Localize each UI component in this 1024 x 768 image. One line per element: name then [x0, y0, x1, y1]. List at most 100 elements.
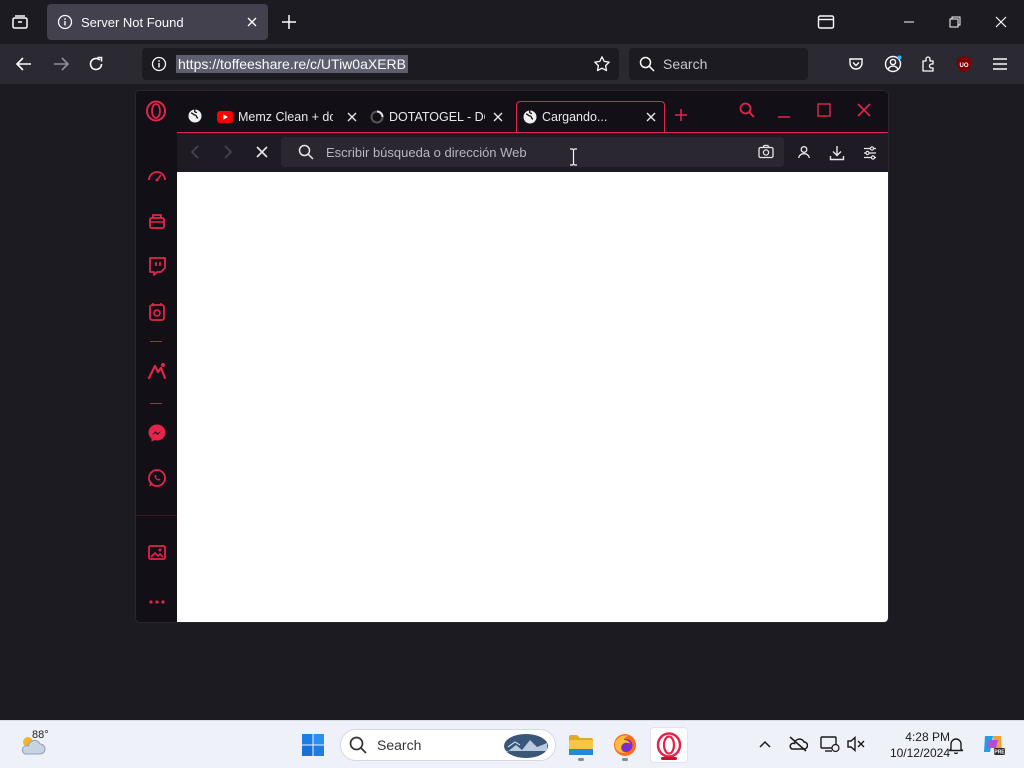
ublock-origin-icon[interactable]: UO: [954, 54, 974, 74]
taskbar: 88° Search 4:28 PM 10/12/2024 PRE: [0, 720, 1024, 768]
opera-address-bar[interactable]: [281, 137, 784, 167]
opera-tab-dotatogel[interactable]: DOTATOGEL - DOT: [370, 101, 503, 132]
search-icon: [639, 56, 655, 72]
weather-widget[interactable]: 88°: [18, 729, 68, 761]
download-icon[interactable]: [829, 145, 845, 161]
svg-text:UO: UO: [960, 63, 969, 69]
camera-icon[interactable]: [758, 144, 774, 159]
messenger-icon[interactable]: [146, 422, 168, 444]
taskbar-search-label: Search: [377, 737, 422, 753]
firefox-tab-server-not-found[interactable]: Server Not Found: [47, 4, 268, 40]
opera-tab-title: Memz Clean + do: [238, 109, 333, 124]
back-icon[interactable]: [189, 145, 201, 159]
minimize-icon[interactable]: [777, 103, 791, 119]
opera-gx-window: Memz Clean + do DOTATOGEL - DOT Cargando…: [136, 91, 888, 622]
weather-temp: 88°: [32, 729, 49, 741]
account-icon[interactable]: [883, 54, 903, 74]
profile-icon[interactable]: [797, 145, 811, 159]
close-tab-icon[interactable]: [646, 112, 656, 122]
opera-tab-cargando[interactable]: Cargando...: [516, 101, 665, 132]
clock-time: 4:28 PM: [905, 730, 950, 744]
taskbar-search[interactable]: Search: [340, 729, 556, 761]
close-window-icon[interactable]: [992, 14, 1010, 30]
taskbar-firefox[interactable]: [606, 727, 644, 763]
minimize-icon[interactable]: [900, 14, 918, 30]
menu-icon[interactable]: [991, 56, 1009, 72]
back-icon[interactable]: [14, 55, 34, 73]
extensions-icon[interactable]: [919, 54, 939, 74]
pocket-icon[interactable]: [847, 55, 865, 73]
copilot-icon[interactable]: PRE: [980, 731, 1006, 757]
url-bar[interactable]: https://toffeeshare.re/c/UTiw0aXERB: [142, 48, 619, 80]
more-icon[interactable]: [146, 591, 168, 613]
new-tab-icon[interactable]: [280, 13, 298, 31]
network-icon[interactable]: [820, 735, 840, 753]
forward-icon[interactable]: [222, 145, 234, 159]
globe-icon: [523, 110, 537, 124]
opera-tab-strip: Memz Clean + do DOTATOGEL - DOT Cargando…: [177, 91, 888, 132]
youtube-icon: [217, 110, 233, 123]
text-cursor-icon: [569, 148, 578, 166]
vk-icon[interactable]: [146, 360, 168, 382]
opera-sidebar: [136, 91, 177, 622]
maximize-icon[interactable]: [817, 103, 831, 117]
reload-icon[interactable]: [87, 55, 105, 73]
app-running-indicator: [622, 758, 628, 761]
spinner-icon: [370, 110, 384, 124]
stop-loading-icon[interactable]: [256, 146, 268, 158]
close-window-icon[interactable]: [857, 103, 871, 117]
svg-text:PRE: PRE: [994, 750, 1005, 756]
gallery-icon[interactable]: [146, 541, 168, 563]
onedrive-offline-icon[interactable]: [788, 735, 808, 753]
firefox-icon: [612, 732, 638, 758]
opera-toolbar: [177, 132, 888, 172]
opera-tab-title: DOTATOGEL - DOT: [389, 109, 485, 124]
chevron-up-icon[interactable]: [758, 738, 772, 750]
globe-icon[interactable]: [188, 109, 202, 123]
new-tab-icon[interactable]: [674, 108, 688, 122]
search-placeholder: Search: [663, 56, 708, 72]
close-tab-icon[interactable]: [246, 16, 258, 28]
sidebar-divider: [150, 403, 162, 404]
twitch-icon[interactable]: [146, 255, 168, 277]
volume-muted-icon[interactable]: [846, 735, 866, 753]
sidebar-divider: [150, 341, 162, 342]
player-icon[interactable]: [146, 301, 168, 323]
site-info-icon[interactable]: [151, 56, 167, 72]
opera-icon: [656, 732, 682, 758]
taskbar-clock[interactable]: 4:28 PM 10/12/2024: [870, 729, 950, 761]
notification-bell-icon[interactable]: [948, 736, 964, 754]
windows-logo-icon: [301, 733, 325, 757]
whatsapp-icon[interactable]: [146, 467, 168, 489]
close-tab-icon[interactable]: [493, 112, 503, 122]
close-tab-icon[interactable]: [347, 112, 357, 122]
forward-icon[interactable]: [51, 55, 71, 73]
app-running-indicator: [578, 758, 584, 761]
taskbar-opera-gx[interactable]: [650, 727, 688, 763]
firefox-tab-bar: Server Not Found: [0, 0, 1024, 44]
restore-icon[interactable]: [946, 14, 964, 30]
taskbar-file-explorer[interactable]: [562, 727, 600, 763]
bookmark-star-icon[interactable]: [593, 55, 611, 73]
tab-title: Server Not Found: [81, 14, 184, 30]
sidebar-divider: [136, 515, 177, 516]
start-button[interactable]: [294, 727, 332, 763]
firefox-nav-bar: https://toffeeshare.re/c/UTiw0aXERB Sear…: [0, 44, 1024, 84]
opera-address-input[interactable]: [326, 144, 726, 160]
opera-logo-icon[interactable]: [145, 100, 167, 122]
speedometer-icon[interactable]: [146, 165, 168, 187]
opera-page-content[interactable]: [177, 172, 888, 622]
opera-tab-memz[interactable]: Memz Clean + do: [217, 101, 357, 132]
tab-list-icon[interactable]: [10, 12, 30, 32]
search-box[interactable]: Search: [629, 48, 808, 80]
folder-icon[interactable]: [816, 13, 836, 31]
info-icon: [57, 14, 73, 30]
opera-tab-title: Cargando...: [542, 110, 608, 124]
url-text[interactable]: https://toffeeshare.re/c/UTiw0aXERB: [176, 55, 408, 73]
search-icon: [298, 144, 314, 160]
gx-corner-icon[interactable]: [146, 210, 168, 232]
folder-icon: [568, 734, 594, 756]
tab-search-icon[interactable]: [739, 102, 755, 118]
easy-setup-icon[interactable]: [863, 146, 877, 160]
app-active-indicator: [661, 757, 677, 760]
